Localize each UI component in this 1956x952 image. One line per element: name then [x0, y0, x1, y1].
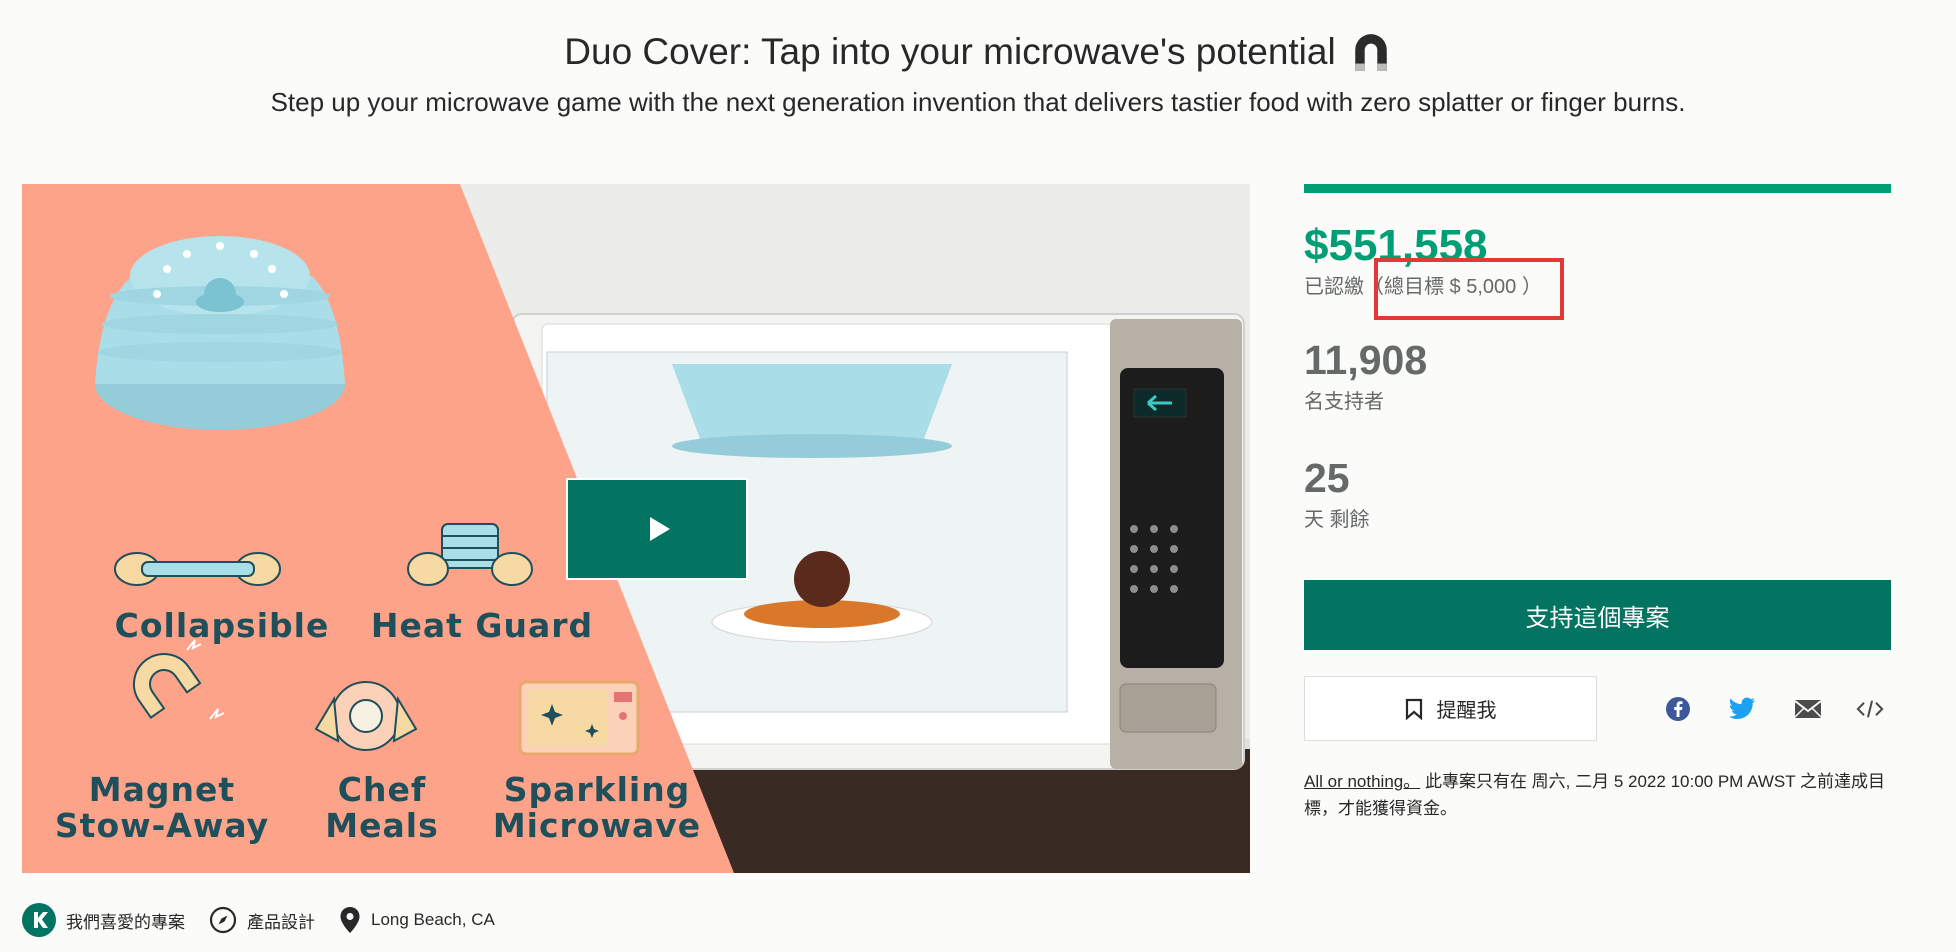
project-tags: 我們喜愛的專案 產品設計 Long Beach, CA [22, 903, 519, 937]
project-title: Duo Cover: Tap into your microwave's pot… [564, 31, 1336, 72]
feature-sparkling-line2: Microwave [492, 806, 702, 845]
pledged-label: 已認繳 [1304, 276, 1364, 298]
funding-progress-fill [1304, 184, 1891, 193]
embed-icon [1856, 700, 1884, 718]
feature-sparkling-line1: Sparkling [503, 770, 691, 809]
feature-chef-line2: Meals [325, 806, 439, 845]
project-video[interactable]: Collapsible Heat Guard Magnet Stow-Away … [22, 184, 1250, 873]
sparkling-microwave-icon [518, 680, 640, 756]
bookmark-icon [1405, 698, 1422, 720]
tag-label-product-design: 產品設計 [247, 912, 315, 932]
remind-me-label: 提醒我 [1436, 700, 1497, 722]
share-twitter[interactable] [1728, 695, 1756, 723]
tag-projects-we-love[interactable]: 我們喜愛的專案 [22, 903, 185, 937]
share-embed[interactable] [1856, 695, 1884, 723]
feature-magnet: Magnet Stow-Away [42, 772, 282, 844]
feature-heat-guard: Heat Guard [370, 606, 594, 645]
backers-label: 名支持者 [1304, 391, 1384, 413]
funding-progress-bar [1304, 184, 1891, 193]
feature-magnet-line1: Magnet [88, 770, 236, 809]
share-email[interactable] [1794, 695, 1822, 723]
remind-me-button[interactable]: 提醒我 [1304, 676, 1597, 741]
kickstarter-k-icon [22, 903, 56, 937]
all-or-nothing-link[interactable]: All or nothing。 [1304, 772, 1420, 791]
facebook-icon [1666, 697, 1690, 721]
feature-chef-line1: Chef [337, 770, 427, 809]
feature-magnet-line2: Stow-Away [54, 806, 270, 845]
email-icon [1794, 700, 1822, 718]
project-title-row: Duo Cover: Tap into your microwave's pot… [0, 30, 1956, 74]
tag-label-location: Long Beach, CA [371, 910, 495, 929]
twitter-icon [1729, 697, 1755, 719]
tag-product-design[interactable]: 產品設計 [209, 906, 315, 934]
tag-location[interactable]: Long Beach, CA [339, 906, 495, 934]
location-pin-icon [340, 907, 360, 933]
magnet-icon [1354, 34, 1387, 71]
play-icon [650, 517, 670, 541]
tag-label-projects-we-love: 我們喜愛的專案 [66, 912, 185, 932]
play-video-button[interactable] [566, 478, 748, 580]
feature-collapsible: Collapsible [114, 606, 330, 645]
all-or-nothing-note: All or nothing。 此專案只有在 周六, 二月 5 2022 10:… [1304, 768, 1891, 822]
goal-highlight-box [1374, 258, 1564, 320]
days-left-label: 天 剩餘 [1304, 509, 1370, 531]
feature-sparkling: Sparkling Microwave [472, 772, 722, 844]
days-left-count: 25 [1304, 455, 1350, 501]
project-subtitle: Step up your microwave game with the nex… [270, 87, 1686, 117]
feature-chef-meals: Chef Meals [292, 772, 472, 844]
compass-icon [209, 906, 237, 934]
backers-count: 11,908 [1304, 337, 1428, 383]
share-facebook[interactable] [1664, 695, 1692, 723]
back-this-project-button[interactable]: 支持這個專案 [1304, 580, 1891, 650]
